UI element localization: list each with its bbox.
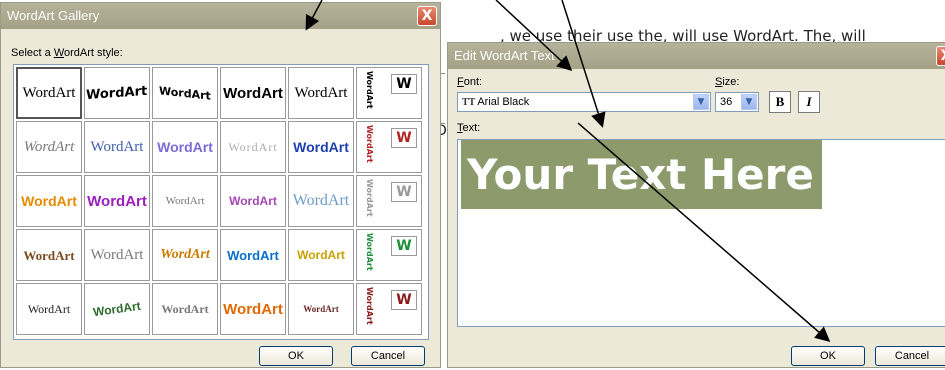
italic-button[interactable]: I bbox=[798, 91, 820, 113]
wordart-style-sample: WordArt bbox=[365, 71, 374, 109]
wordart-style-sample: WordArt bbox=[87, 192, 147, 210]
wordart-style-sample: WordArt bbox=[90, 246, 144, 263]
font-dropdown-arrow-icon[interactable]: ▼ bbox=[693, 94, 709, 110]
text-label: Text: bbox=[457, 122, 481, 134]
wordart-style-sample: WordArt bbox=[157, 139, 213, 155]
wordart-style-grid: WordArt WordArt WordArt WordArt WordArt WordA… bbox=[13, 64, 429, 340]
edit-close-icon[interactable]: X bbox=[936, 46, 945, 66]
edit-title: Edit WordArt Text bbox=[454, 48, 555, 63]
wordart-style-option[interactable]: WordArt bbox=[84, 121, 150, 173]
wordart-style-option[interactable]: WordArt bbox=[16, 67, 82, 119]
wordart-style-option[interactable]: WordArt bbox=[16, 121, 82, 173]
wordart-text-area[interactable]: Your Text Here bbox=[457, 139, 945, 327]
font-label: Font: bbox=[457, 76, 483, 88]
wordart-gallery-dialog: WordArt Gallery X Select a WordArt style… bbox=[0, 2, 441, 368]
wordart-style-sample: WordArt bbox=[165, 194, 205, 207]
wordart-style-option[interactable]: WordArt bbox=[288, 121, 354, 173]
wordart-style-option[interactable]: WordArt bbox=[16, 283, 82, 335]
wordart-w-icon: W bbox=[391, 236, 417, 256]
wordart-style-option[interactable]: WordArt W bbox=[356, 121, 422, 173]
wordart-style-option[interactable]: WordArt bbox=[16, 175, 82, 227]
gallery-ok-button[interactable]: OK bbox=[259, 346, 333, 366]
wordart-style-sample: WordArt bbox=[160, 247, 210, 262]
wordart-style-option[interactable]: WordArt bbox=[220, 121, 286, 173]
wordart-style-option[interactable]: WordArt bbox=[288, 229, 354, 281]
gallery-cancel-button[interactable]: Cancel bbox=[351, 346, 425, 366]
wordart-style-sample: WordArt bbox=[229, 194, 277, 208]
edit-cancel-button[interactable]: Cancel bbox=[875, 346, 945, 366]
wordart-style-sample: WordArt bbox=[23, 247, 75, 263]
wordart-style-option[interactable]: WordArt bbox=[220, 175, 286, 227]
wordart-style-option[interactable]: WordArt bbox=[152, 229, 218, 281]
wordart-style-option[interactable]: WordArt W bbox=[356, 67, 422, 119]
bold-button[interactable]: B bbox=[769, 91, 791, 113]
wordart-style-option[interactable]: WordArt bbox=[152, 175, 218, 227]
wordart-style-option[interactable]: WordArt bbox=[288, 67, 354, 119]
wordart-style-option[interactable]: WordArt bbox=[288, 175, 354, 227]
font-type-icon: TT bbox=[462, 97, 476, 108]
gallery-title: WordArt Gallery bbox=[7, 8, 100, 23]
wordart-style-sample: WordArt bbox=[92, 298, 142, 320]
gallery-titlebar[interactable]: WordArt Gallery bbox=[1, 3, 440, 29]
wordart-style-sample: WordArt bbox=[292, 192, 350, 209]
gallery-prompt: Select a WordArt style: bbox=[11, 47, 123, 59]
wordart-w-icon: W bbox=[391, 74, 417, 94]
wordart-style-option[interactable]: WordArt bbox=[84, 175, 150, 227]
edit-titlebar[interactable]: Edit WordArt Text bbox=[448, 43, 945, 69]
wordart-style-sample: WordArt bbox=[297, 248, 345, 262]
wordart-style-sample: WordArt bbox=[293, 139, 349, 155]
wordart-style-sample: WordArt bbox=[22, 84, 76, 101]
wordart-style-sample: WordArt bbox=[23, 138, 75, 155]
wordart-style-sample: WordArt bbox=[365, 233, 374, 271]
size-value: 36 bbox=[720, 96, 733, 108]
wordart-style-option[interactable]: WordArt bbox=[16, 229, 82, 281]
wordart-style-sample: WordArt bbox=[227, 247, 279, 263]
wordart-style-sample: WordArt bbox=[365, 125, 374, 163]
wordart-style-option[interactable]: WordArt bbox=[84, 229, 150, 281]
wordart-style-sample: WordArt bbox=[86, 83, 148, 103]
edit-wordart-text-dialog: Edit WordArt Text X Font: TTArial Black … bbox=[447, 42, 945, 368]
gallery-close-icon[interactable]: X bbox=[417, 6, 437, 26]
font-value: Arial Black bbox=[477, 96, 530, 108]
wordart-style-sample: WordArt bbox=[27, 302, 71, 316]
wordart-text-value: Your Text Here bbox=[461, 140, 822, 209]
wordart-style-sample: WordArt bbox=[303, 303, 339, 314]
wordart-style-option[interactable]: WordArt bbox=[152, 121, 218, 173]
size-dropdown-arrow-icon[interactable]: ▼ bbox=[741, 94, 757, 110]
wordart-style-option[interactable]: WordArt bbox=[220, 229, 286, 281]
wordart-style-option[interactable]: WordArt W bbox=[356, 229, 422, 281]
wordart-w-icon: W bbox=[391, 128, 417, 148]
wordart-style-sample: WordArt bbox=[90, 138, 144, 155]
wordart-style-sample: WordArt bbox=[365, 179, 374, 217]
wordart-style-option[interactable]: WordArt bbox=[152, 283, 218, 335]
size-label: Size: bbox=[715, 76, 740, 88]
wordart-style-sample: WordArt bbox=[294, 84, 348, 101]
wordart-style-sample: WordArt bbox=[228, 140, 278, 154]
wordart-style-option[interactable]: WordArt W bbox=[356, 175, 422, 227]
wordart-style-sample: WordArt bbox=[223, 300, 283, 318]
edit-ok-button[interactable]: OK bbox=[791, 346, 865, 366]
wordart-w-icon: W bbox=[391, 182, 417, 202]
wordart-style-sample: WordArt bbox=[223, 84, 283, 102]
wordart-style-sample: WordArt bbox=[159, 83, 211, 103]
wordart-style-option[interactable]: WordArt bbox=[84, 283, 150, 335]
wordart-style-option[interactable]: WordArt bbox=[220, 67, 286, 119]
wordart-style-sample: WordArt bbox=[21, 193, 77, 209]
wordart-style-option[interactable]: WordArt bbox=[220, 283, 286, 335]
font-select[interactable]: TT Arial Black bbox=[457, 92, 711, 112]
wordart-w-icon: W bbox=[391, 290, 417, 310]
wordart-style-option[interactable]: WordArt bbox=[152, 67, 218, 119]
wordart-style-sample: WordArt bbox=[161, 302, 209, 316]
wordart-style-option[interactable]: WordArt bbox=[288, 283, 354, 335]
wordart-style-sample: WordArt bbox=[365, 287, 374, 325]
wordart-style-option[interactable]: WordArt bbox=[84, 67, 150, 119]
wordart-style-option[interactable]: WordArt W bbox=[356, 283, 422, 335]
